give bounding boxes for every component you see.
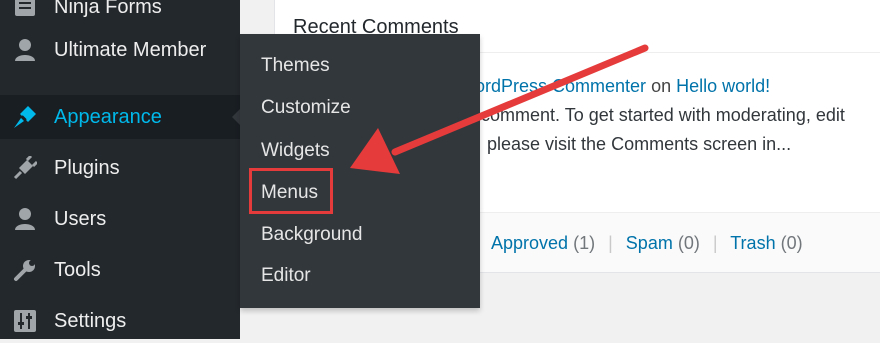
- submenu-item-themes[interactable]: Themes: [261, 55, 330, 77]
- sidebar-item-plugins[interactable]: Plugins: [0, 146, 240, 190]
- menus-highlight-box: [249, 168, 333, 214]
- active-indicator: [232, 109, 240, 125]
- comment-post-link[interactable]: Hello world!: [676, 76, 770, 96]
- brush-icon: [12, 104, 38, 130]
- comment-author-link[interactable]: ordPress Commenter: [475, 76, 646, 96]
- trash-link[interactable]: Trash: [730, 233, 775, 253]
- comment-status-links: Approved (1) | Spam (0) | Trash (0): [491, 233, 803, 254]
- sidebar-item-label: Appearance: [54, 105, 162, 128]
- users-icon: [12, 206, 38, 232]
- sidebar-item-users[interactable]: Users: [0, 197, 240, 241]
- sidebar-item-tools[interactable]: Tools: [0, 248, 240, 292]
- sidebar-item-label: Ultimate Member: [54, 38, 207, 61]
- sidebar-item-ninja-forms[interactable]: Ninja Forms: [0, 0, 240, 29]
- spam-count: (0): [677, 233, 700, 253]
- sidebar-item-ultimate-member[interactable]: Ultimate Member: [0, 28, 240, 72]
- submenu-item-customize[interactable]: Customize: [261, 97, 351, 119]
- settings-sliders-icon: [12, 308, 38, 334]
- wrench-icon: [12, 257, 38, 283]
- plugin-icon: [12, 155, 38, 181]
- approved-link[interactable]: Approved: [491, 233, 568, 253]
- forms-icon: [12, 0, 38, 20]
- admin-sidebar: Ninja Forms Ultimate Member Appearance P…: [0, 0, 240, 339]
- sidebar-item-appearance[interactable]: Appearance: [0, 95, 240, 139]
- sidebar-item-label: Settings: [54, 309, 127, 332]
- approved-count: (1): [573, 233, 596, 253]
- user-icon: [12, 37, 38, 63]
- sidebar-item-label: Plugins: [54, 156, 120, 179]
- separator: |: [608, 233, 613, 253]
- sidebar-item-label: Ninja Forms: [54, 0, 162, 18]
- comment-excerpt-line: please visit the Comments screen in...: [487, 134, 792, 154]
- comment-meta: ordPress Commenter on Hello world!: [475, 76, 770, 97]
- sidebar-item-label: Tools: [54, 258, 101, 281]
- submenu-item-widgets[interactable]: Widgets: [261, 140, 330, 162]
- submenu-item-background[interactable]: Background: [261, 224, 362, 246]
- sidebar-item-label: Users: [54, 207, 107, 230]
- sidebar-item-settings[interactable]: Settings: [0, 299, 240, 343]
- separator: |: [712, 233, 718, 253]
- comment-on-text: on: [651, 76, 672, 96]
- submenu-item-editor[interactable]: Editor: [261, 265, 311, 287]
- comment-excerpt-line: comment. To get started with moderating,…: [481, 105, 845, 125]
- trash-count: (0): [780, 233, 803, 253]
- spam-link[interactable]: Spam: [626, 233, 673, 253]
